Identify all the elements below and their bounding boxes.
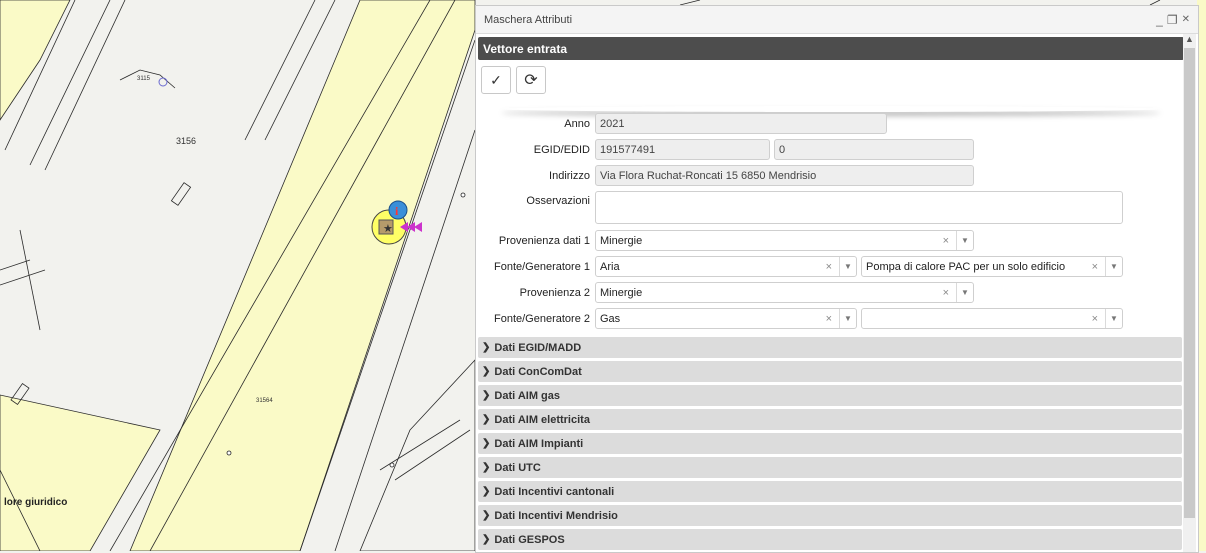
clear-icon[interactable]: × [943, 287, 949, 299]
accordion-label: Dati AIM gas [494, 389, 560, 402]
accordion-item-aim-impianti[interactable]: ❯ Dati AIM Impianti [478, 433, 1182, 454]
clear-icon[interactable]: × [826, 313, 832, 325]
chevron-right-icon: ❯ [482, 390, 491, 401]
fonte2-select[interactable]: Gas × ▼ [595, 308, 857, 329]
row-provenienza1: Provenienza dati 1 Minergie × ▼ [476, 230, 978, 251]
toolbar-shadow [501, 106, 1161, 112]
scroll-up-icon[interactable]: ▲ [1183, 34, 1196, 48]
select-value: Gas [600, 312, 621, 325]
dialog-titlebar[interactable]: Maschera Attributi _ ❐ ✕ [476, 6, 1198, 34]
egid-field[interactable]: 191577491 [595, 139, 770, 160]
accordion-label: Dati GESPOS [494, 533, 565, 546]
row-fonte2: Fonte/Generatore 2 Gas × ▼ × ▼ [476, 308, 1127, 329]
field-label: Indirizzo [549, 169, 590, 182]
dialog-title: Maschera Attributi [484, 13, 573, 26]
chevron-right-icon: ❯ [482, 486, 491, 497]
anno-field[interactable]: 2021 [595, 113, 887, 134]
accordion-item-incentivi-cantonali[interactable]: ❯ Dati Incentivi cantonali [478, 481, 1182, 502]
provenienza1-select[interactable]: Minergie × ▼ [595, 230, 974, 251]
clear-icon[interactable]: × [943, 235, 949, 247]
chevron-right-icon: ❯ [482, 534, 491, 545]
field-label: Anno [564, 117, 590, 130]
clear-icon[interactable]: × [826, 261, 832, 273]
restore-icon[interactable]: ❐ [1167, 13, 1178, 27]
data-accordion: ❯ Dati EGID/MADD ❯ Dati ConComDat ❯ Dati AI… [478, 337, 1182, 552]
map-label-parcel: 3115 [137, 76, 150, 82]
minimize-icon[interactable]: _ [1156, 13, 1163, 27]
chevron-down-icon[interactable]: ▼ [1105, 257, 1122, 276]
provenienza2-select[interactable]: Minergie × ▼ [595, 282, 974, 303]
select-value: Minergie [600, 234, 643, 247]
scroll-thumb[interactable] [1184, 48, 1195, 518]
section-title: Vettore entrata [478, 37, 1184, 60]
clear-icon[interactable]: × [1092, 261, 1098, 273]
attributes-dialog: Maschera Attributi _ ❐ ✕ Vettore entrata… [475, 5, 1199, 553]
accordion-item-utc[interactable]: ❯ Dati UTC [478, 457, 1182, 478]
osservazioni-textarea[interactable] [595, 191, 1123, 224]
map-label-parcel: 31564 [256, 398, 273, 404]
accordion-label: Dati EGID/MADD [494, 341, 582, 354]
row-fonte1: Fonte/Generatore 1 Aria × ▼ Pompa di cal… [476, 256, 1127, 277]
field-label: Provenienza 2 [519, 286, 590, 299]
select-value: Aria [600, 260, 620, 273]
generatore1-select[interactable]: Pompa di calore PAC per un solo edificio… [861, 256, 1123, 277]
close-icon[interactable]: ✕ [1182, 14, 1190, 25]
map-layer-label: lore giuridico [4, 497, 68, 508]
accordion-label: Dati AIM elettricita [494, 413, 590, 426]
chevron-right-icon: ❯ [482, 510, 491, 521]
row-osservazioni: Osservazioni [476, 191, 1127, 224]
accordion-label: Dati Incentivi cantonali [494, 485, 615, 498]
field-label: Fonte/Generatore 1 [493, 260, 590, 273]
chevron-down-icon[interactable]: ▼ [839, 309, 856, 328]
select-value: Pompa di calore PAC per un solo edificio [866, 260, 1066, 273]
chevron-right-icon: ❯ [482, 438, 491, 449]
row-egid: EGID/EDID 191577491 0 [476, 139, 978, 160]
field-label: EGID/EDID [533, 143, 590, 156]
refresh-icon: ⟳ [524, 72, 538, 89]
chevron-down-icon[interactable]: ▼ [956, 283, 973, 302]
field-label: Osservazioni [526, 195, 590, 207]
chevron-down-icon[interactable]: ▼ [956, 231, 973, 250]
row-indirizzo: Indirizzo Via Flora Ruchat-Roncati 15 68… [476, 165, 978, 186]
scrollbar[interactable]: ▲ [1183, 34, 1196, 552]
svg-text:★: ★ [383, 223, 393, 235]
confirm-button[interactable]: ✓ [481, 66, 511, 94]
edid-field[interactable]: 0 [774, 139, 974, 160]
field-label: Provenienza dati 1 [498, 234, 590, 247]
accordion-label: Dati Incentivi Mendrisio [494, 509, 618, 522]
chevron-down-icon[interactable]: ▼ [839, 257, 856, 276]
accordion-label: Dati ConComDat [494, 365, 582, 378]
chevron-right-icon: ❯ [482, 366, 491, 377]
row-anno: Anno 2021 [476, 113, 891, 134]
clear-icon[interactable]: × [1092, 313, 1098, 325]
accordion-item-aim-gas[interactable]: ❯ Dati AIM gas [478, 385, 1182, 406]
accordion-item-incentivi-mendrisio[interactable]: ❯ Dati Incentivi Mendrisio [478, 505, 1182, 526]
chevron-down-icon[interactable]: ▼ [1105, 309, 1122, 328]
accordion-label: Dati AIM Impianti [494, 437, 584, 450]
accordion-item-aim-elettricita[interactable]: ❯ Dati AIM elettricita [478, 409, 1182, 430]
accordion-item-gespos[interactable]: ❯ Dati GESPOS [478, 529, 1182, 550]
form-toolbar: ✓ ⟳ [476, 60, 1198, 100]
field-label: Fonte/Generatore 2 [493, 312, 590, 325]
accordion-item-concomdat[interactable]: ❯ Dati ConComDat [478, 361, 1182, 382]
chevron-right-icon: ❯ [482, 462, 491, 473]
map-label-parcel: 3156 [176, 136, 197, 146]
accordion-label: Dati UTC [494, 461, 541, 474]
indirizzo-field[interactable]: Via Flora Ruchat-Roncati 15 6850 Mendris… [595, 165, 974, 186]
chevron-right-icon: ❯ [482, 342, 491, 353]
fonte1-select[interactable]: Aria × ▼ [595, 256, 857, 277]
generatore2-select[interactable]: × ▼ [861, 308, 1123, 329]
refresh-button[interactable]: ⟳ [516, 66, 546, 94]
select-value: Minergie [600, 286, 643, 299]
chevron-right-icon: ❯ [482, 414, 491, 425]
row-provenienza2: Provenienza 2 Minergie × ▼ [476, 282, 978, 303]
check-icon: ✓ [490, 71, 502, 88]
accordion-item-egid-madd[interactable]: ❯ Dati EGID/MADD [478, 337, 1182, 358]
